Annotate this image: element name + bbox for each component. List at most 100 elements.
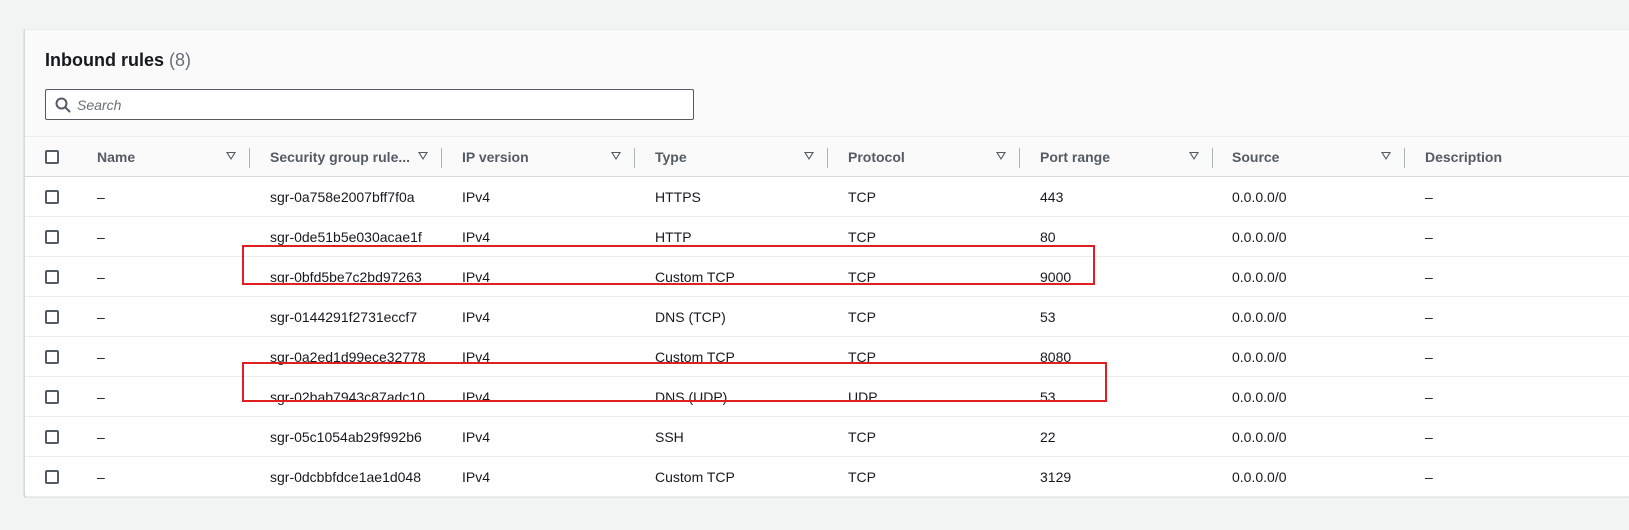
cell-protocol: TCP	[848, 348, 876, 365]
column-resizer[interactable]	[1212, 148, 1213, 168]
cell-ip-version: IPv4	[462, 228, 491, 245]
cell-ip-version: IPv4	[462, 348, 491, 365]
table-header-row: Name Security group rule... IP version T…	[25, 137, 1629, 177]
column-header-source[interactable]: Source	[1232, 137, 1279, 176]
column-resizer[interactable]	[827, 148, 828, 168]
row-checkbox[interactable]	[45, 470, 59, 484]
cell-source: 0.0.0.0/0	[1232, 268, 1287, 285]
row-checkbox[interactable]	[45, 350, 59, 364]
cell-source: 0.0.0.0/0	[1232, 308, 1287, 325]
column-resizer[interactable]	[634, 148, 635, 168]
column-resizer[interactable]	[441, 148, 442, 168]
row-checkbox[interactable]	[45, 190, 59, 204]
cell-name: –	[97, 268, 105, 285]
select-all-checkbox[interactable]	[45, 150, 59, 164]
cell-description: –	[1425, 468, 1433, 485]
cell-protocol: TCP	[848, 268, 876, 285]
cell-ip-version: IPv4	[462, 468, 491, 485]
cell-rule-id: sgr-0dcbbfdce1ae1d048	[270, 468, 422, 485]
cell-port-range: 53	[1040, 388, 1056, 405]
cell-type: DNS (TCP)	[655, 308, 726, 325]
cell-rule-id: sgr-0a2ed1d99ece32778	[270, 348, 426, 365]
cell-protocol: TCP	[848, 228, 876, 245]
caret-down-icon[interactable]	[804, 152, 814, 160]
cell-source: 0.0.0.0/0	[1232, 388, 1287, 405]
cell-ip-version: IPv4	[462, 388, 491, 405]
cell-name: –	[97, 228, 105, 245]
cell-type: HTTP	[655, 228, 692, 245]
cell-rule-id: sgr-02bab7943c87adc10	[270, 388, 425, 405]
cell-description: –	[1425, 228, 1433, 245]
row-checkbox[interactable]	[45, 430, 59, 444]
caret-down-icon[interactable]	[996, 152, 1006, 160]
table-row[interactable]: – sgr-0de51b5e030acae1f IPv4 HTTP TCP 80…	[25, 217, 1629, 257]
cell-source: 0.0.0.0/0	[1232, 228, 1287, 245]
table-row[interactable]: – sgr-05c1054ab29f992b6 IPv4 SSH TCP 22 …	[25, 417, 1629, 457]
cell-port-range: 8080	[1040, 348, 1072, 365]
cell-ip-version: IPv4	[462, 188, 491, 205]
cell-name: –	[97, 188, 105, 205]
caret-down-icon[interactable]	[226, 152, 236, 160]
cell-source: 0.0.0.0/0	[1232, 428, 1287, 445]
cell-name: –	[97, 428, 105, 445]
column-header-rule-id[interactable]: Security group rule...	[270, 137, 410, 176]
cell-rule-id: sgr-0a758e2007bff7f0a	[270, 188, 415, 205]
rules-table: Name Security group rule... IP version T…	[25, 136, 1629, 497]
cell-rule-id: sgr-0144291f2731eccf7	[270, 308, 418, 325]
cell-port-range: 3129	[1040, 468, 1072, 485]
column-header-port-range[interactable]: Port range	[1040, 137, 1110, 176]
cell-description: –	[1425, 388, 1433, 405]
row-checkbox[interactable]	[45, 230, 59, 244]
column-resizer[interactable]	[1404, 148, 1405, 168]
cell-name: –	[97, 388, 105, 405]
table-row[interactable]: – sgr-0bfd5be7c2bd97263 IPv4 Custom TCP …	[25, 257, 1629, 297]
table-row[interactable]: – sgr-0dcbbfdce1ae1d048 IPv4 Custom TCP …	[25, 457, 1629, 497]
column-header-protocol[interactable]: Protocol	[848, 137, 905, 176]
cell-type: HTTPS	[655, 188, 701, 205]
row-checkbox[interactable]	[45, 310, 59, 324]
search-input[interactable]	[77, 90, 677, 119]
cell-port-range: 53	[1040, 308, 1056, 325]
column-resizer[interactable]	[249, 148, 250, 168]
cell-type: Custom TCP	[655, 468, 735, 485]
cell-name: –	[97, 468, 105, 485]
cell-type: SSH	[655, 428, 684, 445]
cell-port-range: 9000	[1040, 268, 1072, 285]
caret-down-icon[interactable]	[611, 152, 621, 160]
cell-rule-id: sgr-0bfd5be7c2bd97263	[270, 268, 422, 285]
cell-source: 0.0.0.0/0	[1232, 188, 1287, 205]
cell-description: –	[1425, 428, 1433, 445]
cell-port-range: 22	[1040, 428, 1056, 445]
row-checkbox[interactable]	[45, 270, 59, 284]
cell-protocol: TCP	[848, 428, 876, 445]
panel-title: Inbound rules (8)	[45, 50, 191, 71]
caret-down-icon[interactable]	[1381, 152, 1391, 160]
caret-down-icon[interactable]	[1189, 152, 1199, 160]
row-checkbox[interactable]	[45, 390, 59, 404]
column-header-name[interactable]: Name	[97, 137, 135, 176]
cell-type: Custom TCP	[655, 268, 735, 285]
column-header-description[interactable]: Description	[1425, 137, 1502, 176]
cell-ip-version: IPv4	[462, 308, 491, 325]
table-row[interactable]: – sgr-0144291f2731eccf7 IPv4 DNS (TCP) T…	[25, 297, 1629, 337]
cell-ip-version: IPv4	[462, 268, 491, 285]
cell-type: DNS (UDP)	[655, 388, 728, 405]
cell-name: –	[97, 348, 105, 365]
table-row[interactable]: – sgr-0a2ed1d99ece32778 IPv4 Custom TCP …	[25, 337, 1629, 377]
cell-description: –	[1425, 268, 1433, 285]
cell-type: Custom TCP	[655, 348, 735, 365]
search-box[interactable]	[45, 89, 694, 120]
cell-rule-id: sgr-0de51b5e030acae1f	[270, 228, 422, 245]
panel-title-text: Inbound rules	[45, 50, 164, 70]
column-header-type[interactable]: Type	[655, 137, 687, 176]
cell-description: –	[1425, 348, 1433, 365]
cell-port-range: 443	[1040, 188, 1064, 205]
table-row[interactable]: – sgr-02bab7943c87adc10 IPv4 DNS (UDP) U…	[25, 377, 1629, 417]
inbound-rules-panel: Inbound rules (8) Name Security group ru…	[24, 29, 1629, 497]
cell-description: –	[1425, 188, 1433, 205]
caret-down-icon[interactable]	[418, 152, 428, 160]
rule-count: (8)	[169, 50, 192, 70]
column-resizer[interactable]	[1019, 148, 1020, 168]
table-row[interactable]: – sgr-0a758e2007bff7f0a IPv4 HTTPS TCP 4…	[25, 177, 1629, 217]
column-header-ip-version[interactable]: IP version	[462, 137, 529, 176]
